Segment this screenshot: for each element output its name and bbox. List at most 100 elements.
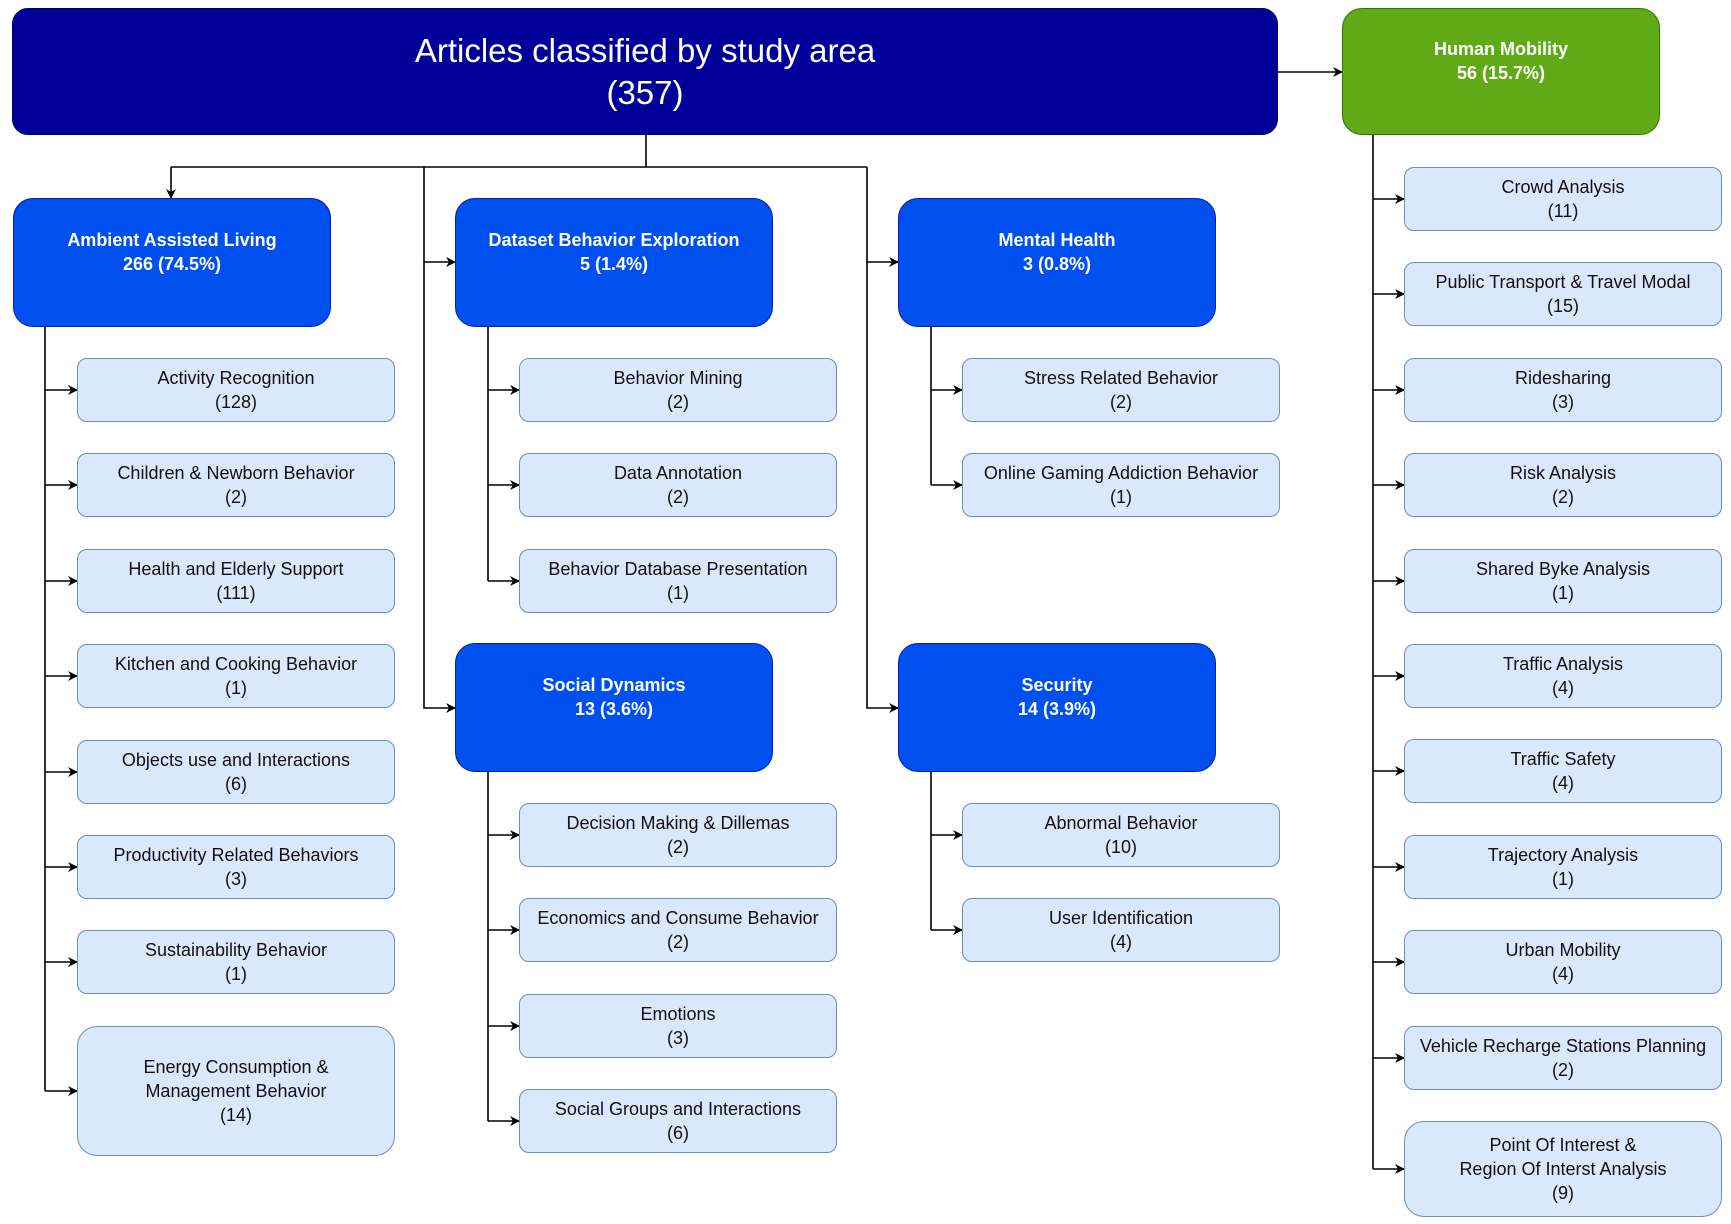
subcategory-count: (2) [1552,1059,1574,1080]
subcategory-node[interactable]: Urban Mobility (4) [1404,930,1722,995]
subcategory-node[interactable]: Children & Newborn Behavior (2) [77,453,395,518]
subcategory-label: Activity Recognition [157,368,315,388]
subcategory-label: Energy Consumption & [143,1056,329,1077]
category-name: Ambient Assisted Living [67,229,277,250]
subcategory-label: Traffic Safety [1510,749,1616,770]
subcategory-node[interactable]: Trajectory Analysis (1) [1404,834,1722,899]
category-social-dynamics[interactable]: Social Dynamics 13 (3.6%) [455,643,773,772]
subcategory-label: Emotions [640,1003,716,1024]
subcategory-node[interactable]: Public Transport & Travel Modal (15) [1404,262,1722,327]
subcategory-count: (6) [667,1123,689,1144]
subcategory-node[interactable]: Vehicle Recharge Stations Planning (2) [1404,1025,1722,1090]
category-stats: 3 (0.8%) [1022,253,1092,274]
subcategory-node[interactable]: Energy Consumption & Management Behavior (… [77,1025,395,1156]
subcategory-label: Urban Mobility [1505,940,1621,961]
subcategory-label: Health and Elderly Support [128,558,344,579]
subcategory-count: (2) [667,932,689,953]
subcategory-node[interactable]: Economics and Consume Behavior (2) [519,898,837,963]
subcategory-count: (10) [1104,837,1137,857]
subcategory-node[interactable]: Online Gaming Addiction Behavior (1) [962,453,1280,518]
root-title: Articles classified by study area [414,31,876,69]
root-node[interactable]: Articles classified by study area (357) [12,8,1278,135]
subcategory-label: Kitchen and Cooking Behavior [114,654,358,675]
subcategory-label: Public Transport & Travel Modal [1435,272,1691,293]
subcategory-label: User Identification [1048,908,1194,929]
subcategory-count: (1) [225,678,247,699]
category-name: Human Mobility [1434,38,1568,59]
subcategory-node[interactable]: Stress Related Behavior (2) [962,358,1280,422]
connector-to-social-dynamics [423,262,456,713]
subcategory-count: (1) [667,582,689,603]
category-ambient-assisted-living[interactable]: Ambient Assisted Living 266 (74.5%) [13,198,331,327]
subcategory-node[interactable]: Health and Elderly Support (111) [77,548,395,613]
subcategory-node[interactable]: Crowd Analysis (11) [1404,167,1722,231]
connector-to-security [866,262,899,713]
subcategory-count: (2) [667,392,689,412]
subcategory-label: Decision Making & Dillemas [566,813,790,833]
subcategory-node[interactable]: Social Groups and Interactions (6) [519,1089,837,1154]
subcategory-node[interactable]: User Identification (4) [962,898,1280,963]
subcategory-count: (4) [1552,964,1574,985]
subcategory-label: Objects use and Interactions [121,749,351,770]
subcategory-label: Stress Related Behavior [1023,368,1219,388]
category-name: Security [1021,674,1093,695]
subcategory-count: (3) [225,869,247,889]
subcategory-label: Ridesharing [1514,367,1612,388]
subcategory-node[interactable]: Emotions (3) [519,993,837,1058]
category-dataset-behavior-exploration[interactable]: Dataset Behavior Exploration 5 (1.4%) [455,198,773,327]
subcategory-node[interactable]: Behavior Mining (2) [519,358,837,422]
subcategory-count: (6) [225,773,247,794]
subcategory-node[interactable]: Productivity Related Behaviors (3) [77,835,395,899]
subcategory-count: (9) [1552,1183,1574,1203]
category-mental-health[interactable]: Mental Health 3 (0.8%) [898,198,1216,327]
subcategory-label: Productivity Related Behaviors [113,845,359,865]
subcategory-label: Trajectory Analysis [1487,844,1639,865]
subcategory-count: (2) [1110,392,1132,412]
subcategory-count: (1) [1552,868,1574,889]
subcategory-label: Sustainability Behavior [144,940,328,961]
subcategory-node[interactable]: Data Annotation (2) [519,453,837,518]
subcategory-node[interactable]: Abnormal Behavior (10) [962,803,1280,867]
subcategory-count: (11) [1547,201,1579,221]
subcategory-node[interactable]: Traffic Analysis (4) [1404,644,1722,708]
subcategory-count: (2) [225,487,247,508]
subcategory-label: Vehicle Recharge Stations Planning [1419,1035,1707,1056]
category-human-mobility[interactable]: Human Mobility 56 (15.7%) [1342,8,1660,135]
root-count: (357) [606,73,684,111]
connector-to-dataset-behavior-exploration [423,167,456,267]
subcategory-node[interactable]: Point Of Interest & Region Of Interst Ana… [1404,1121,1722,1217]
subcategory-label: Children & Newborn Behavior [117,463,355,484]
subcategory-label: Region Of Interst Analysis [1459,1159,1667,1179]
subcategory-node[interactable]: Sustainability Behavior (1) [77,930,395,995]
subcategory-count: (2) [667,487,689,508]
category-stats: 14 (3.9%) [1017,698,1097,719]
subcategory-node[interactable]: Objects use and Interactions (6) [77,739,395,804]
category-name: Social Dynamics [542,674,686,695]
subcategory-node[interactable]: Shared Byke Analysis (1) [1404,548,1722,613]
category-name: Dataset Behavior Exploration [488,229,740,250]
subcategory-node[interactable]: Behavior Database Presentation (1) [519,548,837,613]
subcategory-count: (111) [216,582,256,603]
subcategory-label: Risk Analysis [1509,463,1617,484]
subcategory-count: (128) [214,392,258,412]
category-security[interactable]: Security 14 (3.9%) [898,643,1216,772]
subcategory-label: Management Behavior [145,1080,327,1101]
subcategory-label: Abnormal Behavior [1044,813,1198,833]
subcategory-count: (3) [667,1027,689,1048]
subcategory-node[interactable]: Risk Analysis (2) [1404,453,1722,518]
subcategory-count: (1) [1552,582,1574,603]
subcategory-label: Social Groups and Interactions [554,1099,802,1120]
subcategory-count: (14) [219,1104,252,1125]
subcategory-node[interactable]: Ridesharing (3) [1404,357,1722,422]
subcategory-node[interactable]: Activity Recognition (128) [77,358,395,422]
subcategory-label: Online Gaming Addiction Behavior [983,463,1259,484]
subcategory-count: (2) [1552,487,1574,508]
subcategory-node[interactable]: Traffic Safety (4) [1404,739,1722,804]
subcategory-label: Economics and Consume Behavior [537,908,819,929]
subcategory-node[interactable]: Decision Making & Dillemas (2) [519,803,837,867]
category-stats: 56 (15.7%) [1456,62,1546,83]
subcategory-label: Data Annotation [613,463,743,484]
subcategory-count: (15) [1546,296,1579,317]
category-stats: 5 (1.4%) [579,253,649,274]
subcategory-node[interactable]: Kitchen and Cooking Behavior (1) [77,644,395,709]
